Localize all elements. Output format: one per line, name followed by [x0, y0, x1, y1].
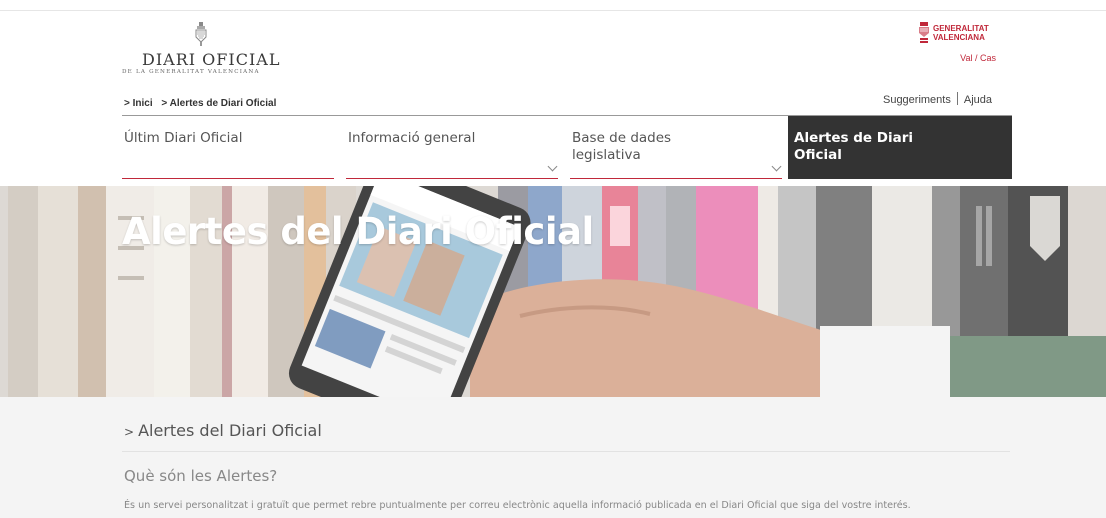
top-divider — [0, 10, 1106, 11]
nav-item-label: Últim Diari Oficial — [124, 130, 243, 146]
section-prefix: > — [124, 425, 135, 439]
breadcrumb-current: > Alertes de Diari Oficial — [161, 98, 277, 109]
content-area: > Alertes del Diari Oficial Què són les A… — [0, 397, 1106, 518]
logo-title: DIARI OFICIAL — [142, 50, 281, 69]
hero-title: Alertes del Diari Oficial — [122, 210, 594, 253]
hero-banner: Alertes del Diari Oficial — [0, 186, 1106, 397]
diari-oficial-logo[interactable]: DIARI OFICIAL DE LA GENERALITAT VALENCIA… — [122, 22, 282, 78]
section-title: > Alertes del Diari Oficial — [124, 421, 322, 440]
link-separator — [956, 92, 958, 105]
nav-item-label: Base de dades legislativa — [572, 130, 672, 163]
nav-item-alertes-diari-oficial[interactable]: Alertes de Diari Oficial — [788, 116, 1012, 179]
language-switch[interactable]: Val / Cas — [960, 53, 996, 63]
generalitat-line1: GENERALITAT — [933, 24, 989, 33]
nav-item-ultim-diari-oficial[interactable]: Últim Diari Oficial — [122, 116, 334, 179]
nav-item-base-de-dades-legislativa[interactable]: Base de dades legislativa — [570, 116, 782, 179]
generalitat-logo[interactable]: GENERALITAT VALENCIANA — [918, 22, 998, 44]
section-title-text: Alertes del Diari Oficial — [138, 421, 322, 440]
nav-item-label: Alertes de Diari Oficial — [794, 130, 913, 163]
main-nav: Últim Diari Oficial Informació general B… — [122, 116, 1012, 179]
nav-item-informacio-general[interactable]: Informació general — [346, 116, 558, 179]
section-divider — [122, 451, 1010, 452]
generalitat-wordmark: GENERALITAT VALENCIANA — [933, 24, 989, 42]
crest-icon — [195, 22, 207, 46]
chevron-down-icon — [771, 161, 782, 172]
suggestions-link[interactable]: Suggeriments — [883, 94, 951, 106]
chevron-down-icon — [547, 161, 558, 172]
description-text: És un servei personalitzat i gratuït que… — [124, 500, 911, 511]
breadcrumb-home[interactable]: > Inici — [124, 98, 153, 109]
nav-item-label: Informació general — [348, 130, 476, 146]
generalitat-line2: VALENCIANA — [933, 33, 985, 42]
help-link[interactable]: Ajuda — [964, 94, 992, 106]
logo-subtitle: DE LA GENERALITAT VALENCIANA — [122, 69, 260, 75]
question-heading: Què són les Alertes? — [124, 467, 278, 485]
generalitat-emblem-icon — [919, 22, 929, 43]
breadcrumb: > Inici > Alertes de Diari Oficial — [124, 98, 282, 109]
utility-links: Suggeriments Ajuda — [883, 92, 992, 106]
